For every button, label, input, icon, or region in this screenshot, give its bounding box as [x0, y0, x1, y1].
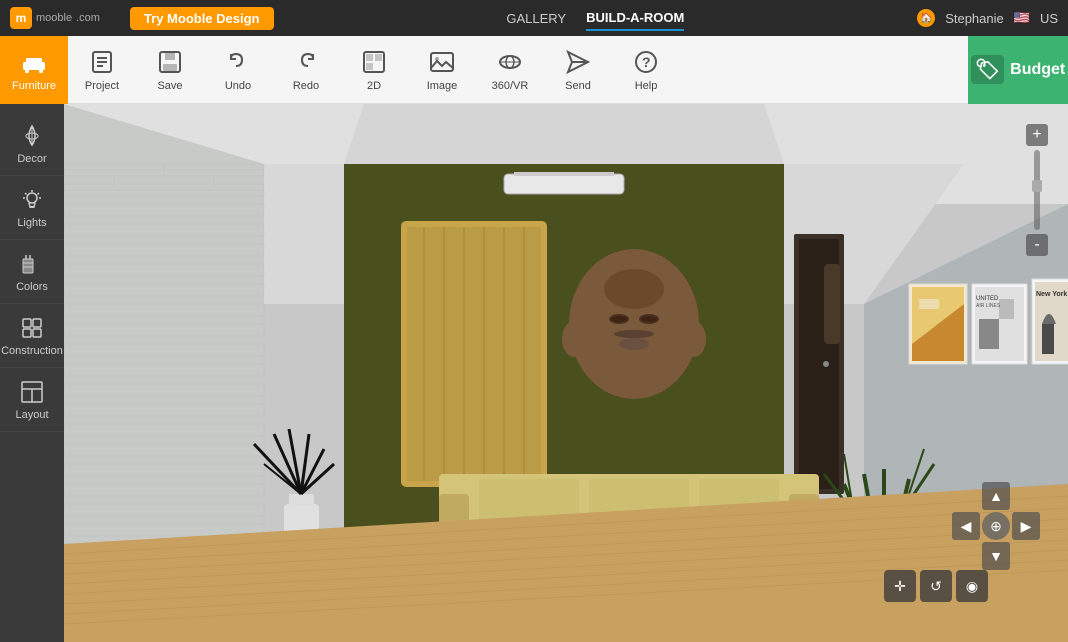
sidebar-item-colors[interactable]: Colors	[0, 240, 64, 304]
toolbar-undo[interactable]: Undo	[204, 36, 272, 104]
zoom-out-button[interactable]: -	[1026, 234, 1048, 256]
layout-icon	[19, 379, 45, 405]
top-navbar: m mooble .com Try Mooble Design GALLERY B…	[0, 0, 1068, 36]
save-label: Save	[157, 80, 182, 92]
svg-text:New York: New York	[1036, 291, 1067, 298]
image-label: Image	[427, 80, 458, 92]
zoom-controls: + -	[1026, 124, 1048, 256]
3d-view-button[interactable]: ◉	[956, 570, 988, 602]
2d-label: 2D	[367, 80, 381, 92]
budget-label: Budget	[1010, 61, 1065, 79]
image-icon	[428, 48, 456, 76]
toolbar-image[interactable]: Image	[408, 36, 476, 104]
colors-label: Colors	[16, 281, 48, 293]
furniture-label: Furniture	[12, 80, 56, 92]
send-icon	[564, 48, 592, 76]
main-area: Decor Lights	[0, 104, 1068, 642]
layout-label: Layout	[15, 409, 48, 421]
redo-icon	[292, 48, 320, 76]
nav-center-button[interactable]: ⊕	[982, 512, 1010, 540]
logo: m mooble .com	[10, 7, 100, 29]
svg-text:AIR LINES: AIR LINES	[976, 303, 1001, 309]
nav-links: GALLERY BUILD-A-ROOM	[294, 6, 898, 31]
construction-icon	[19, 315, 45, 341]
2d-icon	[360, 48, 388, 76]
zoom-in-button[interactable]: +	[1026, 124, 1048, 146]
svg-text:?: ?	[642, 54, 651, 70]
sidebar-item-decor[interactable]: Decor	[0, 112, 64, 176]
toolbar-2d[interactable]: 2D	[340, 36, 408, 104]
viewport[interactable]: UNITED AIR LINES New York	[64, 104, 1068, 642]
decor-icon	[19, 123, 45, 149]
toolbar-360vr[interactable]: 360/VR	[476, 36, 544, 104]
lights-icon	[19, 187, 45, 213]
try-mooble-button[interactable]: Try Mooble Design	[130, 7, 274, 30]
view-buttons: ✛ ↺ ◉	[884, 570, 988, 602]
toolbar-send[interactable]: Send	[544, 36, 612, 104]
colors-icon	[19, 251, 45, 277]
project-label: Project	[85, 80, 119, 92]
navigation-controls: ▲ ◀ ⊕ ▶ ▼ ✛ ↺ ◉	[944, 482, 1048, 612]
nav-up-button[interactable]: ▲	[982, 482, 1010, 510]
send-label: Send	[565, 80, 591, 92]
logo-text: mooble	[36, 12, 72, 24]
sidebar-item-lights[interactable]: Lights	[0, 176, 64, 240]
toolbar-furniture[interactable]: Furniture	[0, 36, 68, 104]
toolbar: Furniture Project Save Undo Red	[0, 36, 1068, 104]
nav-right: 🏠 Stephanie 🇺🇸 US	[917, 9, 1058, 27]
zoom-slider[interactable]	[1034, 150, 1040, 230]
username[interactable]: Stephanie	[945, 11, 1004, 26]
toolbar-project[interactable]: Project	[68, 36, 136, 104]
toolbar-help[interactable]: ? Help	[612, 36, 680, 104]
logo-sub: .com	[76, 12, 100, 24]
construction-label: Construction	[1, 345, 63, 357]
nav-down-button[interactable]: ▼	[982, 542, 1010, 570]
locale-text[interactable]: US	[1040, 11, 1058, 26]
room-scene: UNITED AIR LINES New York	[64, 104, 1068, 642]
project-icon	[88, 48, 116, 76]
sidebar-item-layout[interactable]: Layout	[0, 368, 64, 432]
rotate-view-button[interactable]: ↺	[920, 570, 952, 602]
toolbar-redo[interactable]: Redo	[272, 36, 340, 104]
furniture-icon	[20, 48, 48, 76]
undo-icon	[224, 48, 252, 76]
budget-button[interactable]: 🏷 Budget	[968, 36, 1068, 104]
locale-flag: 🇺🇸	[1014, 10, 1030, 26]
logo-icon: m	[10, 7, 32, 29]
svg-text:UNITED: UNITED	[976, 296, 999, 302]
nav-diamond: ▲ ◀ ⊕ ▶ ▼	[952, 482, 1040, 570]
nav-gallery[interactable]: GALLERY	[506, 7, 566, 30]
redo-label: Redo	[293, 80, 319, 92]
nav-right-button[interactable]: ▶	[1012, 512, 1040, 540]
move-view-button[interactable]: ✛	[884, 570, 916, 602]
decor-label: Decor	[17, 153, 46, 165]
help-icon: ?	[632, 48, 660, 76]
360vr-label: 360/VR	[492, 80, 529, 92]
lights-label: Lights	[17, 217, 46, 229]
undo-label: Undo	[225, 80, 251, 92]
sidebar: Decor Lights	[0, 104, 64, 642]
save-icon	[156, 48, 184, 76]
360vr-icon	[496, 48, 524, 76]
sidebar-item-construction[interactable]: Construction	[0, 304, 64, 368]
user-icon: 🏠	[917, 9, 935, 27]
nav-build-a-room[interactable]: BUILD-A-ROOM	[586, 6, 684, 31]
zoom-handle	[1032, 180, 1042, 192]
nav-left-button[interactable]: ◀	[952, 512, 980, 540]
toolbar-save[interactable]: Save	[136, 36, 204, 104]
help-label: Help	[635, 80, 658, 92]
budget-tag-icon: 🏷	[971, 55, 1004, 84]
